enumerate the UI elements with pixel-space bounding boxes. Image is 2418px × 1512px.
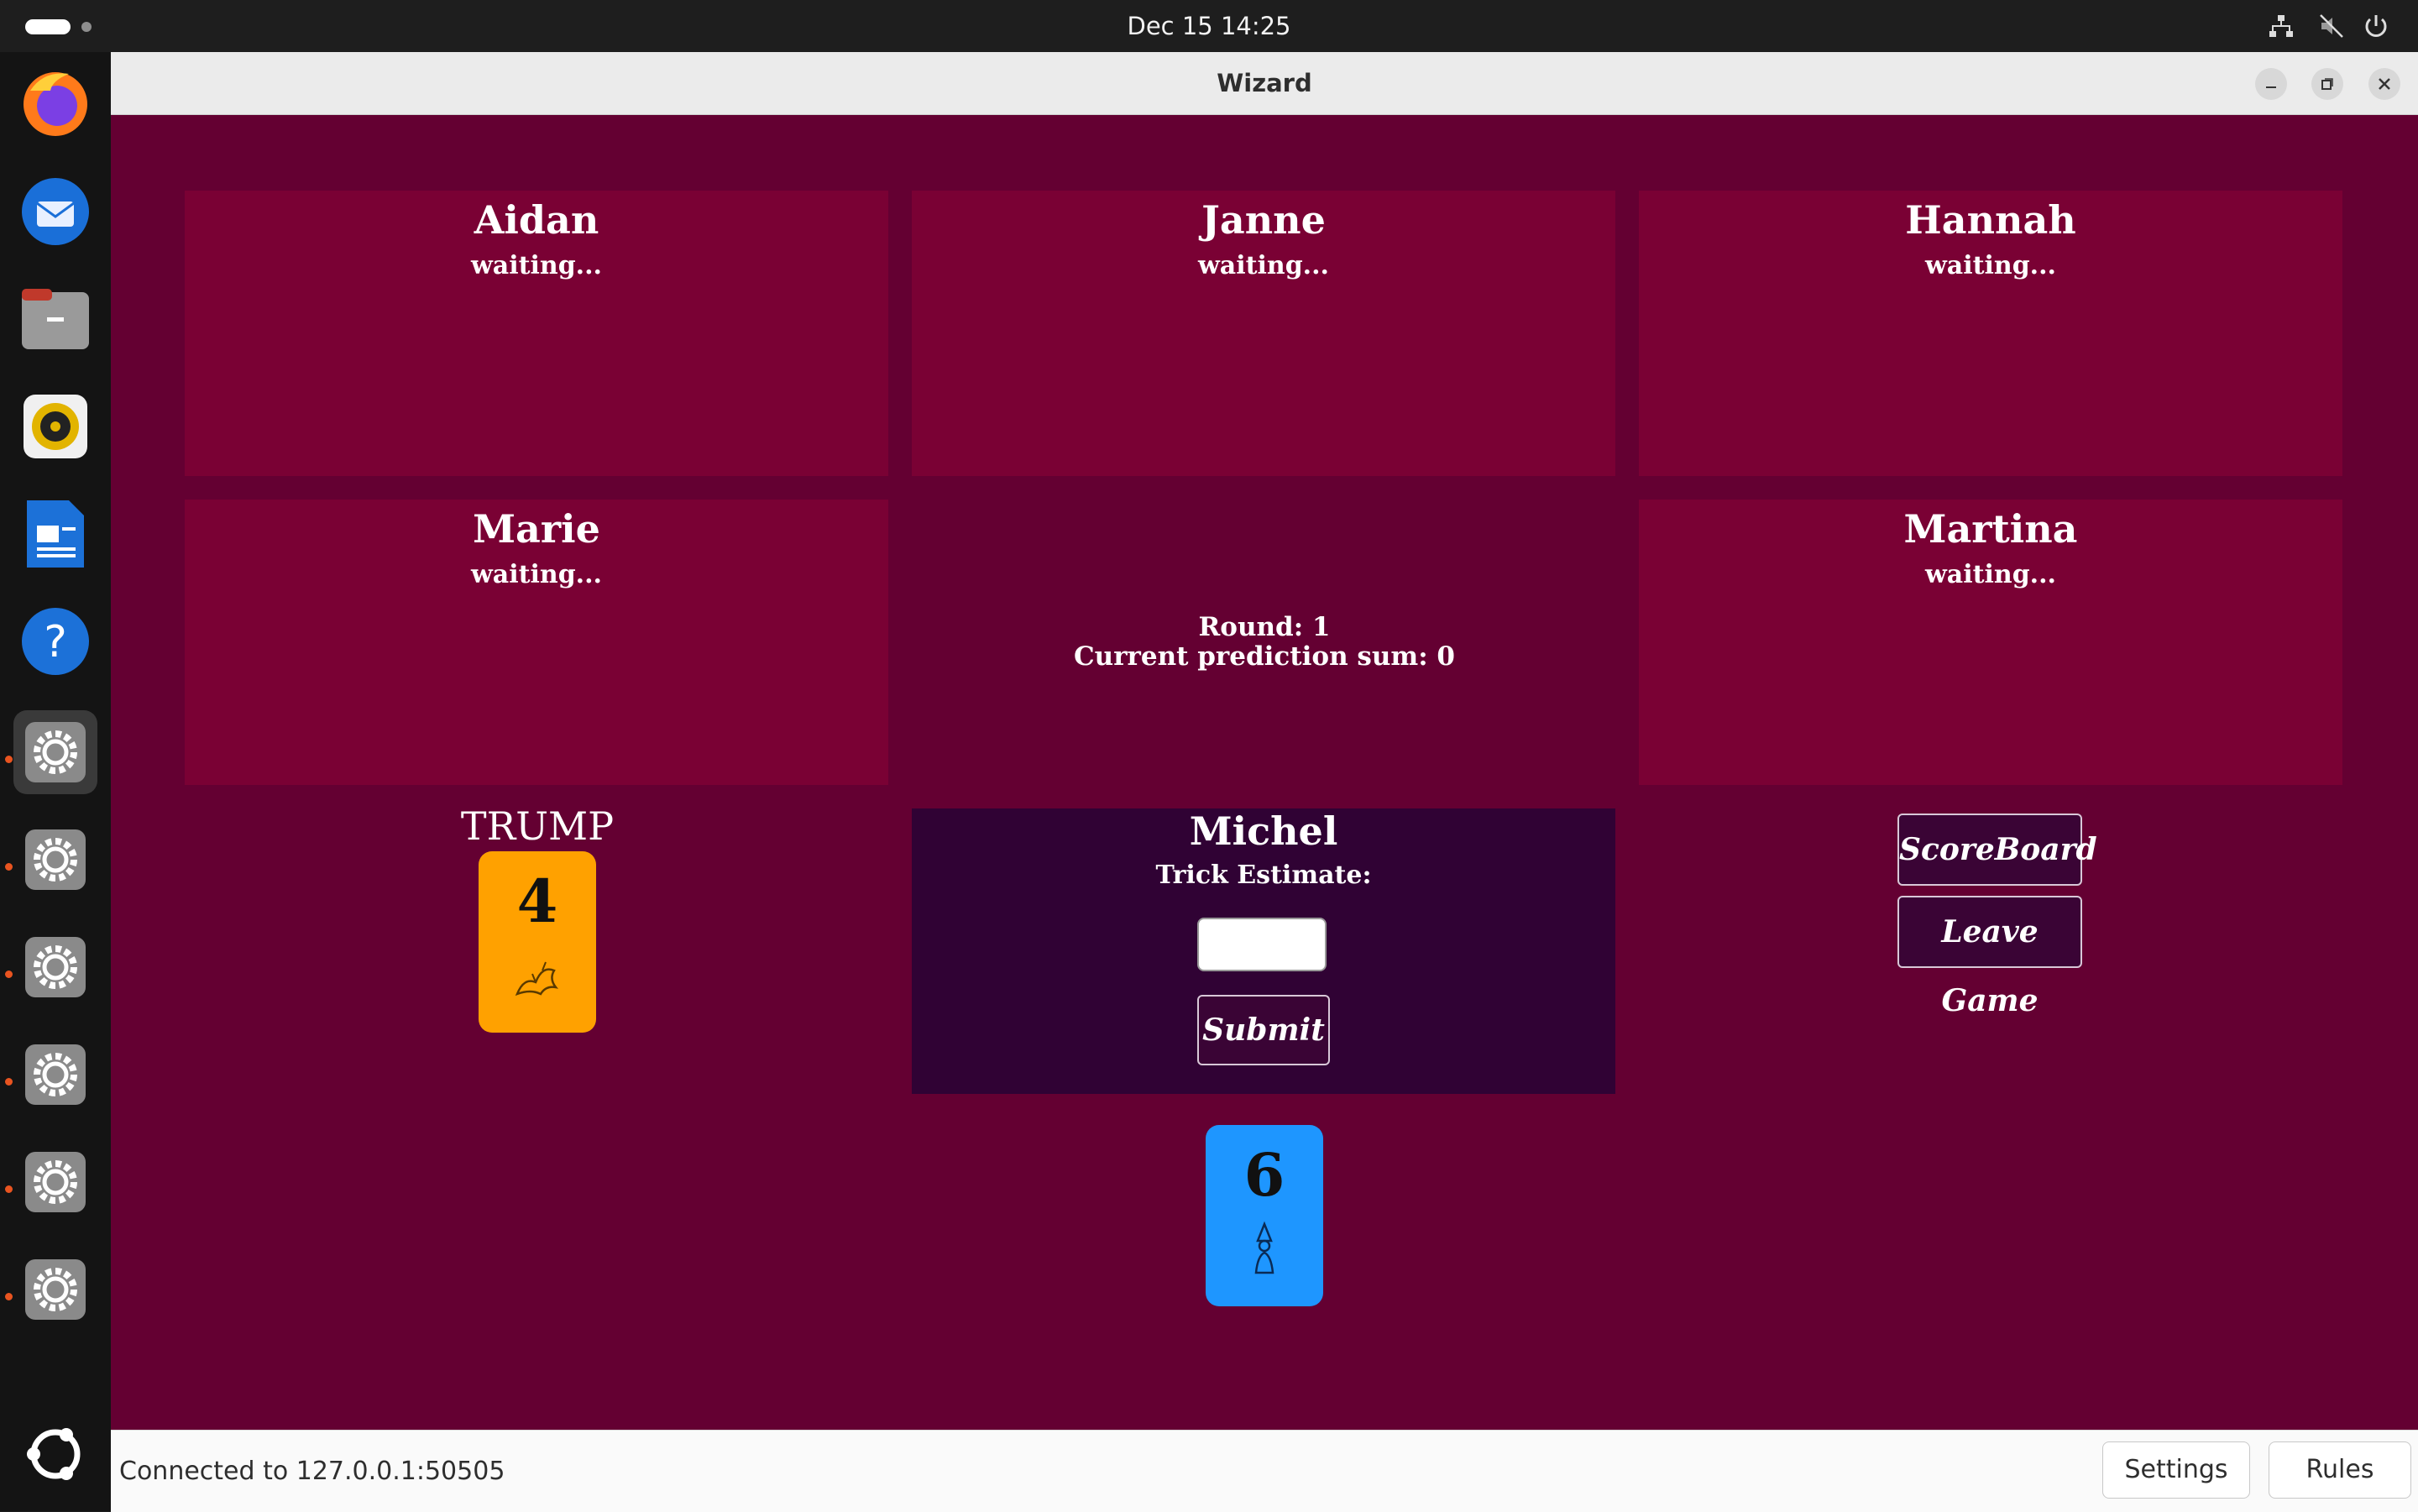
- settings-icon[interactable]: [13, 925, 97, 1009]
- close-icon: [2379, 78, 2390, 90]
- player-status: waiting...: [470, 560, 603, 589]
- network-icon[interactable]: [2267, 12, 2295, 40]
- settings-button[interactable]: Settings: [2102, 1441, 2250, 1499]
- scoreboard-button[interactable]: ScoreBoard: [1897, 814, 2097, 886]
- player-status: waiting...: [1924, 251, 2057, 280]
- player-name: Aidan: [474, 197, 599, 243]
- ubuntu-icon[interactable]: [13, 1412, 97, 1496]
- player-status: waiting...: [1924, 560, 2057, 589]
- trump-card: 4: [479, 851, 596, 1033]
- player-name: Hannah: [1905, 197, 2076, 243]
- trick-estimate-input[interactable]: [1197, 918, 1327, 971]
- player-panel: Marie waiting...: [185, 500, 888, 785]
- connection-status: Connected to 127.0.0.1:50505: [119, 1457, 505, 1486]
- thunderbird-icon[interactable]: [13, 170, 97, 254]
- submit-button[interactable]: Submit: [1197, 995, 1330, 1065]
- my-player-name: Michel: [1189, 808, 1338, 854]
- dragon-icon: [515, 961, 559, 997]
- player-name: Martina: [1903, 506, 2078, 552]
- leave-game-button[interactable]: Leave Game: [1897, 896, 2082, 1018]
- settings-icon[interactable]: [13, 1248, 97, 1332]
- trick-estimate-label: Trick Estimate:: [1155, 861, 1372, 890]
- player-panel: Martina waiting...: [1639, 500, 2342, 785]
- game-board: Aidan waiting... Janne waiting... Hannah…: [111, 115, 2418, 1430]
- wizard-window: Wizard Aidan waiting... Janne waiting...…: [111, 52, 2418, 1512]
- help-icon[interactable]: ?: [13, 599, 97, 683]
- player-name: Janne: [1201, 197, 1326, 243]
- player-name: Marie: [473, 506, 600, 552]
- writer-icon[interactable]: [13, 492, 97, 576]
- title-bar[interactable]: Wizard: [111, 52, 2418, 115]
- player-panel: Hannah waiting...: [1639, 191, 2342, 476]
- player-panel: Aidan waiting...: [185, 191, 888, 476]
- rules-button[interactable]: Rules: [2269, 1441, 2411, 1499]
- prediction-sum: Current prediction sum: 0: [1073, 641, 1455, 672]
- settings-icon[interactable]: [13, 818, 97, 902]
- firefox-icon[interactable]: [13, 60, 97, 144]
- maximize-button[interactable]: [2311, 68, 2343, 100]
- window-title: Wizard: [1217, 69, 1312, 97]
- svg-text:?: ?: [44, 617, 67, 667]
- clock[interactable]: Dec 15 14:25: [0, 0, 2418, 52]
- hand-card[interactable]: 6: [1206, 1125, 1323, 1306]
- maximize-icon: [2321, 78, 2333, 90]
- top-bar: Dec 15 14:25: [0, 0, 2418, 52]
- player-status: waiting...: [1197, 251, 1330, 280]
- round-number: Round: 1: [1198, 612, 1331, 642]
- volume-muted-icon[interactable]: [2317, 12, 2346, 40]
- rhythmbox-icon[interactable]: [13, 385, 97, 468]
- settings-icon[interactable]: [13, 1033, 97, 1117]
- close-button[interactable]: [2368, 68, 2400, 100]
- status-bar: Connected to 127.0.0.1:50505 Settings Ru…: [111, 1430, 2418, 1512]
- card-value: 6: [1243, 1140, 1285, 1210]
- settings-icon[interactable]: [13, 710, 97, 794]
- wizard-figure-icon: [1254, 1221, 1274, 1274]
- dock: ?: [0, 52, 111, 1511]
- minimize-icon: [2266, 86, 2276, 88]
- files-icon[interactable]: [13, 277, 97, 361]
- trump-label: TRUMP: [460, 803, 615, 849]
- player-status: waiting...: [470, 251, 603, 280]
- settings-icon[interactable]: [13, 1140, 97, 1224]
- player-panel: Janne waiting...: [912, 191, 1615, 476]
- round-info: Round: 1 Current prediction sum: 0: [912, 613, 1617, 672]
- card-value: 4: [516, 866, 558, 936]
- power-icon[interactable]: [2362, 12, 2390, 40]
- minimize-button[interactable]: [2255, 68, 2287, 100]
- my-player-panel: Michel Trick Estimate: Submit: [912, 808, 1615, 1094]
